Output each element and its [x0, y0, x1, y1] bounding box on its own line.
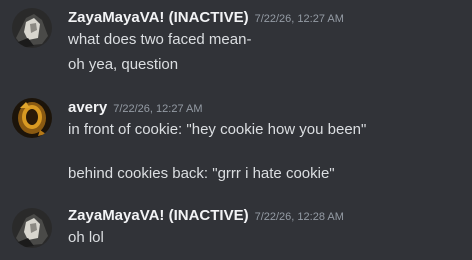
message-header: ZayaMayaVA! (INACTIVE) 7/22/26, 12:28 AM [68, 206, 344, 227]
message-text: oh lol [68, 229, 104, 246]
message-header: avery 7/22/26, 12:27 AM [68, 98, 203, 119]
timestamp: 7/22/26, 12:28 AM [254, 211, 344, 223]
timestamp: 7/22/26, 12:27 AM [113, 103, 203, 115]
message-text: in front of cookie: "hey cookie how you … [68, 121, 367, 138]
username[interactable]: avery [68, 99, 107, 116]
avatar-dark-figure-icon[interactable] [12, 208, 52, 248]
message-header: ZayaMayaVA! (INACTIVE) 7/22/26, 12:27 AM [68, 8, 344, 29]
message-text: behind cookies back: "grrr i hate cookie… [68, 165, 335, 182]
username[interactable]: ZayaMayaVA! (INACTIVE) [68, 9, 249, 26]
avatar-golden-figure-icon[interactable] [12, 98, 52, 138]
username[interactable]: ZayaMayaVA! (INACTIVE) [68, 207, 249, 224]
timestamp: 7/22/26, 12:27 AM [254, 13, 344, 25]
avatar-dark-figure-icon[interactable] [12, 8, 52, 48]
message-text: oh yea, question [68, 56, 179, 73]
message-text: what does two faced mean- [68, 31, 252, 48]
